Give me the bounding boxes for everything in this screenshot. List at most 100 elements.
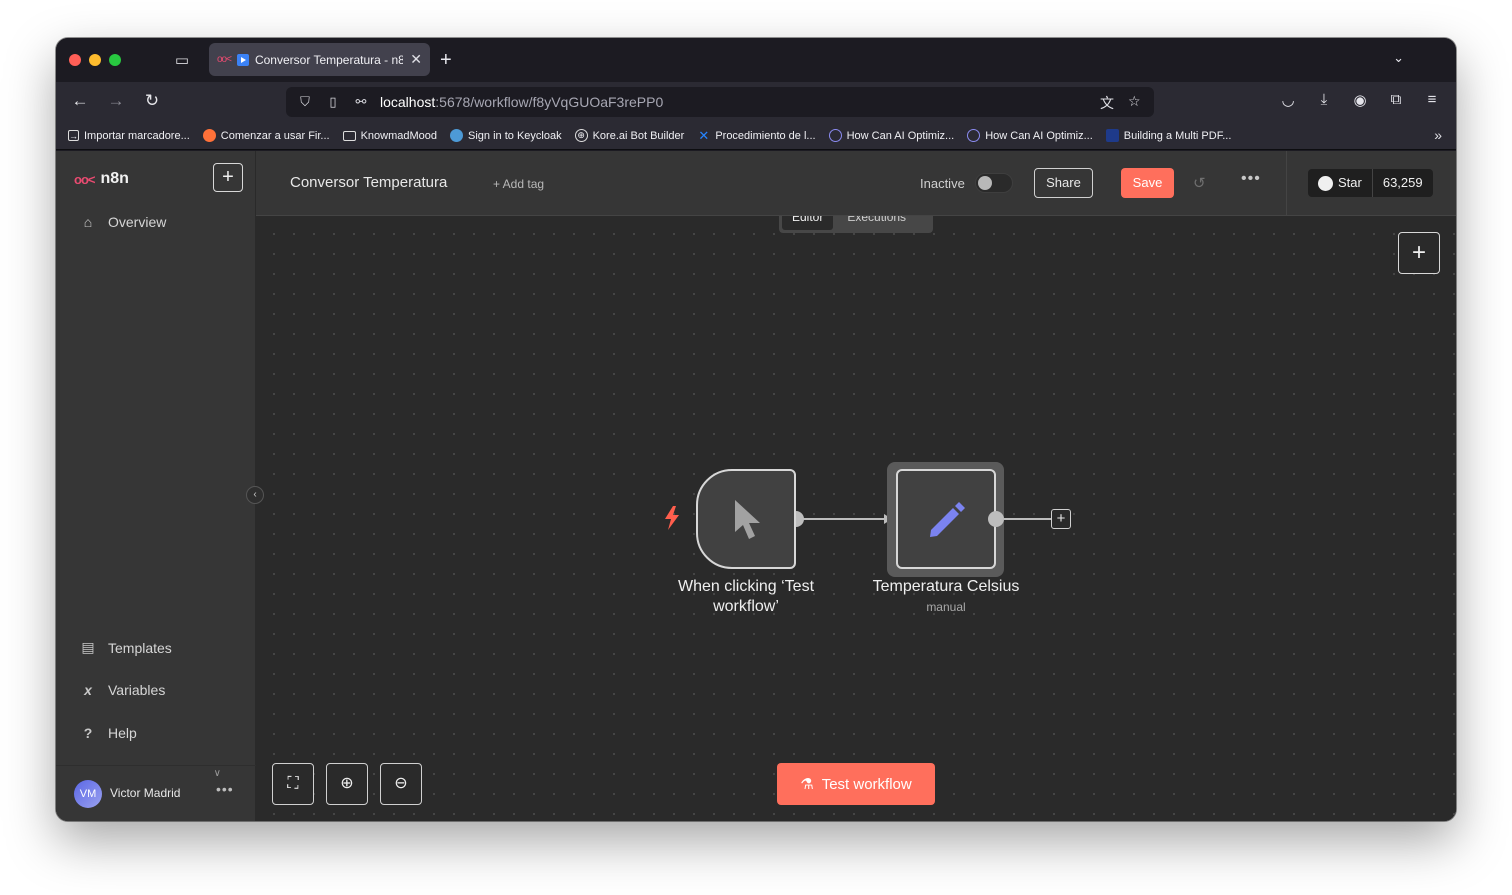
workflow-canvas[interactable]: Editor Executions + When clicking ‘Test …: [256, 216, 1456, 821]
page-icon[interactable]: ▯: [324, 94, 342, 110]
hexagon-icon: [967, 129, 981, 142]
help-icon: ?: [83, 725, 93, 741]
sidebar-item-templates[interactable]: ▤ Templates: [80, 639, 171, 656]
pencil-icon: [925, 498, 969, 547]
add-next-node-icon[interactable]: +: [1051, 509, 1071, 529]
bookmark-item[interactable]: KnowmadMood: [342, 130, 437, 142]
tab-executions[interactable]: Executions: [837, 216, 916, 230]
collapse-sidebar-icon[interactable]: ‹: [246, 486, 264, 504]
toggle-knob: [978, 176, 992, 190]
permissions-icon[interactable]: ⚯: [352, 94, 370, 110]
workflow-name[interactable]: Conversor Temperatura: [290, 174, 447, 191]
site-icon: [1105, 129, 1119, 142]
sidebar-item-help[interactable]: ? Help: [80, 725, 137, 741]
node-label-line: When clicking ‘Test: [677, 578, 815, 595]
minimize-window-button[interactable]: [89, 54, 101, 66]
globe-icon: ⊕: [574, 129, 588, 142]
browser-window: ▭ oo< Conversor Temperatura - n8n ✕ + ⌄ …: [56, 38, 1456, 821]
close-tab-icon[interactable]: ✕: [410, 51, 422, 68]
back-icon[interactable]: ←: [68, 91, 92, 111]
extensions-icon[interactable]: ⧉: [1385, 91, 1407, 108]
more-bookmarks-icon[interactable]: »: [1434, 127, 1442, 143]
user-name: Victor Madrid: [110, 786, 181, 800]
bookmarks-bar: → Importar marcadore... Comenzar a usar F…: [56, 122, 1456, 150]
more-options-icon[interactable]: •••: [1241, 170, 1261, 188]
github-star-count[interactable]: 63,259: [1372, 169, 1433, 197]
browser-tab-active[interactable]: oo< Conversor Temperatura - n8n ✕: [209, 43, 430, 76]
play-favicon-icon: [236, 53, 249, 66]
bookmark-item[interactable]: Building a Multi PDF...: [1105, 129, 1231, 142]
history-icon[interactable]: ↺: [1193, 174, 1206, 192]
node-label-line: workflow’: [713, 598, 779, 615]
reload-icon[interactable]: ↻: [140, 91, 164, 111]
pocket-icon[interactable]: ◡: [1277, 91, 1299, 109]
zoom-in-icon[interactable]: ⊕: [326, 763, 368, 805]
active-status-label: Inactive: [920, 176, 965, 191]
url-path: :5678/workflow/f8yVqGUOaF3rePP0: [435, 94, 664, 110]
folder-icon: [342, 130, 356, 141]
hexagon-icon: [828, 129, 842, 142]
list-all-tabs-icon[interactable]: ⌄: [1393, 50, 1404, 66]
bookmark-label: Importar marcadore...: [84, 129, 190, 142]
bookmark-item[interactable]: How Can AI Optimiz...: [967, 129, 1093, 142]
node-set-temperatura[interactable]: [896, 469, 996, 569]
logo-text: n8n: [100, 170, 129, 187]
account-icon[interactable]: ◉: [1349, 91, 1371, 109]
header-divider: [1286, 151, 1287, 216]
bookmark-item[interactable]: How Can AI Optimiz...: [828, 129, 955, 142]
github-star[interactable]: Star: [1308, 169, 1373, 197]
import-icon: →: [68, 130, 79, 141]
bookmark-item[interactable]: → Importar marcadore...: [68, 130, 190, 142]
sidebar-item-label: Overview: [108, 214, 167, 230]
bookmark-item[interactable]: ✕ Procedimiento de l...: [697, 128, 815, 143]
zoom-out-icon[interactable]: ⊖: [380, 763, 422, 805]
fit-view-icon[interactable]: ⛶: [272, 763, 314, 805]
github-icon: [1318, 175, 1333, 191]
tab-groups-icon[interactable]: ▭: [170, 50, 194, 72]
editor-mode-switch: Editor Executions: [779, 216, 933, 233]
tab-bar: ▭ oo< Conversor Temperatura - n8n ✕ + ⌄: [56, 38, 1456, 82]
workflow-header: Conversor Temperatura + Add tag Inactive…: [256, 151, 1456, 216]
output-handle-layer: [988, 511, 1004, 527]
avatar[interactable]: VM: [74, 780, 102, 808]
node-manual-trigger[interactable]: [696, 469, 796, 569]
test-workflow-label: Test workflow: [821, 775, 912, 793]
n8n-favicon-icon: oo<: [217, 54, 232, 65]
bookmark-star-icon[interactable]: ☆: [1128, 93, 1141, 110]
url-bar[interactable]: ⛉ ▯ ⚯ localhost:5678/workflow/f8yVqGUOaF…: [286, 87, 1154, 117]
flask-icon: ⚗: [800, 776, 814, 793]
downloads-icon[interactable]: ⤓: [1313, 91, 1335, 108]
save-button[interactable]: Save: [1121, 168, 1174, 198]
add-workflow-button[interactable]: +: [213, 163, 243, 192]
translate-icon[interactable]: 文: [1100, 93, 1114, 113]
bookmark-label: How Can AI Optimiz...: [846, 129, 955, 142]
maximize-window-button[interactable]: [109, 54, 121, 66]
close-window-button[interactable]: [69, 54, 81, 66]
test-workflow-button[interactable]: ⚗ Test workflow: [777, 763, 935, 805]
bookmark-item[interactable]: Comenzar a usar Fir...: [202, 129, 330, 142]
sidebar-item-variables[interactable]: x Variables: [80, 682, 165, 698]
share-button[interactable]: Share: [1034, 168, 1093, 198]
active-toggle[interactable]: [975, 173, 1013, 193]
url-text[interactable]: localhost:5678/workflow/f8yVqGUOaF3rePP0: [380, 94, 663, 110]
github-star-button[interactable]: Star 63,259: [1308, 169, 1433, 197]
new-tab-button[interactable]: +: [440, 49, 452, 72]
node-subtitle: manual: [926, 600, 966, 614]
navigation-bar: ← → ↻ ⛉ ▯ ⚯ localhost:5678/workflow/f8yV…: [56, 82, 1456, 122]
menu-icon[interactable]: ≡: [1421, 91, 1443, 108]
sidebar-item-label: Help: [108, 725, 137, 741]
connections: [788, 511, 1051, 527]
sidebar-item-overview[interactable]: ⌂ Overview: [80, 214, 167, 230]
bookmark-item[interactable]: ⊕ Kore.ai Bot Builder: [574, 129, 684, 142]
n8n-logo[interactable]: oo< n8n: [74, 170, 129, 188]
add-node-button[interactable]: +: [1398, 232, 1440, 274]
sidebar-item-label: Variables: [108, 682, 166, 698]
bookmark-item[interactable]: Sign in to Keycloak: [450, 129, 562, 142]
add-tag-button[interactable]: + Add tag: [493, 177, 544, 191]
user-menu-icon[interactable]: •••: [216, 781, 234, 797]
shield-icon[interactable]: ⛉: [296, 94, 314, 110]
user-area: VM Victor Madrid •••: [56, 765, 256, 821]
tab-editor[interactable]: Editor: [782, 216, 834, 230]
github-star-label: Star: [1338, 175, 1362, 190]
forward-icon[interactable]: →: [104, 91, 128, 111]
